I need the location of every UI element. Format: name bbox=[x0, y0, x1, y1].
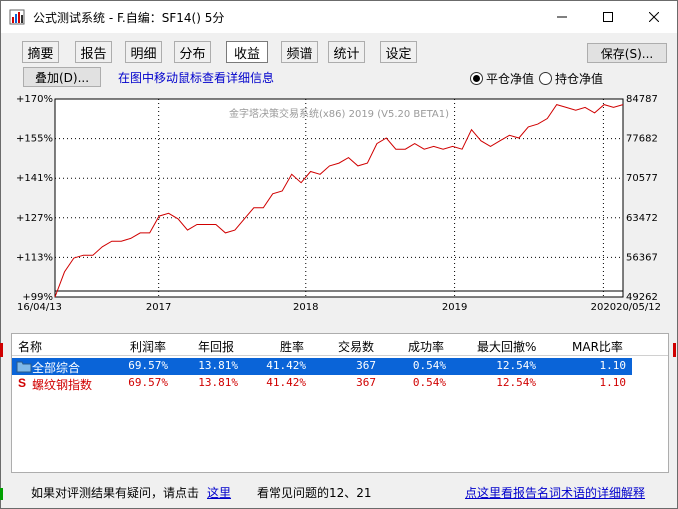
radio-close-label: 平仓净值 bbox=[486, 72, 535, 86]
radio-close-equity[interactable]: 平仓净值 bbox=[470, 70, 534, 87]
left-axis-tick-label: +113% bbox=[17, 252, 53, 263]
footer-faq-text: 看常见问题的12、21 bbox=[257, 486, 372, 500]
footer-glossary-link[interactable]: 点这里看报告名词术语的详细解释 bbox=[465, 484, 645, 501]
row-name: 螺纹钢指数 bbox=[32, 378, 93, 392]
tab-returns[interactable]: 收益 bbox=[226, 41, 268, 63]
tab-spectrum[interactable]: 频谱 bbox=[281, 41, 318, 63]
background-edge-mark bbox=[0, 488, 3, 500]
save-button[interactable]: 保存(S)... bbox=[587, 43, 667, 63]
x-axis-label: 2017 bbox=[146, 302, 171, 313]
cell-trades: 367 bbox=[356, 359, 376, 372]
cell-winrate: 41.42% bbox=[266, 376, 306, 389]
tab-summary[interactable]: 摘要 bbox=[22, 41, 59, 63]
radio-dot-selected[interactable] bbox=[470, 72, 483, 85]
tab-distribution[interactable]: 分布 bbox=[174, 41, 211, 63]
col-header-name[interactable]: 名称 bbox=[18, 338, 42, 355]
app-icon bbox=[9, 9, 25, 25]
title-bar[interactable]: 公式测试系统 - F.自编：SF14() 5分 bbox=[1, 1, 677, 33]
right-axis-tick-label: 84787 bbox=[626, 94, 658, 105]
close-button[interactable] bbox=[631, 1, 677, 32]
radio-dot[interactable] bbox=[539, 72, 552, 85]
cell-mar: 1.10 bbox=[599, 359, 627, 372]
footer-here-link[interactable]: 这里 bbox=[207, 484, 231, 501]
x-axis-end-label: 20/05/12 bbox=[616, 302, 661, 313]
tab-details[interactable]: 明细 bbox=[125, 41, 162, 63]
equity-chart[interactable]: 金字塔决策交易系统(x86) 2019 (V5.20 BETA1) +170% 8… bbox=[16, 93, 665, 319]
col-header-success[interactable]: 成功率 bbox=[408, 338, 444, 355]
maximize-button[interactable] bbox=[585, 1, 631, 32]
cell-annual: 13.81% bbox=[198, 376, 238, 389]
minimize-button[interactable] bbox=[539, 1, 585, 32]
watermark: 金字塔决策交易系统(x86) 2019 (V5.20 BETA1) bbox=[229, 107, 449, 120]
left-axis-tick-label: +170% bbox=[17, 94, 53, 105]
tab-statistics[interactable]: 统计 bbox=[328, 41, 365, 63]
col-header-trades[interactable]: 交易数 bbox=[338, 338, 374, 355]
background-edge-mark bbox=[673, 343, 676, 357]
col-header-drawdown[interactable]: 最大回撤% bbox=[477, 338, 536, 355]
radio-hold-equity[interactable]: 持仓净值 bbox=[539, 70, 603, 87]
right-axis-tick-label: 70577 bbox=[626, 173, 658, 184]
x-axis-label: 2020 bbox=[591, 302, 616, 313]
col-header-annual[interactable]: 年回报 bbox=[198, 338, 234, 355]
cell-mar: 1.10 bbox=[599, 376, 627, 389]
x-axis-start-label: 16/04/13 bbox=[17, 302, 62, 313]
folder-icon bbox=[16, 359, 32, 376]
right-axis-tick-label: 77682 bbox=[626, 134, 658, 145]
left-axis-tick-label: +127% bbox=[17, 213, 53, 224]
cell-drawdown: 12.54% bbox=[496, 376, 536, 389]
equity-chart-svg[interactable]: 金字塔决策交易系统(x86) 2019 (V5.20 BETA1) +170% 8… bbox=[16, 93, 665, 319]
cell-trades: 367 bbox=[356, 376, 376, 389]
right-axis-tick-label: 56367 bbox=[626, 252, 658, 263]
cell-drawdown: 12.54% bbox=[496, 359, 536, 372]
radio-hold-label: 持仓净值 bbox=[555, 72, 604, 86]
table-row[interactable]: S 螺纹钢指数 69.57% 13.81% 41.42% 367 0.54% 1… bbox=[12, 375, 632, 392]
cell-winrate: 41.42% bbox=[266, 359, 306, 372]
tab-report[interactable]: 报告 bbox=[75, 41, 112, 63]
col-header-winrate[interactable]: 胜率 bbox=[280, 338, 304, 355]
table-header: 名称 利润率 年回报 胜率 交易数 成功率 最大回撤% MAR比率 bbox=[12, 334, 668, 356]
row-name: 全部综合 bbox=[32, 361, 81, 375]
minimize-icon bbox=[557, 16, 567, 17]
app-window: 公式测试系统 - F.自编：SF14() 5分 摘要 报告 明细 分布 收益 频… bbox=[0, 0, 678, 509]
x-axis-label: 2019 bbox=[442, 302, 467, 313]
tab-bar: 摘要 报告 明细 分布 收益 频谱 统计 设定 bbox=[1, 41, 677, 65]
x-axis-label: 2018 bbox=[293, 302, 318, 313]
table-row[interactable]: 全部综合 69.57% 13.81% 41.42% 367 0.54% 12.5… bbox=[12, 358, 632, 375]
footer-bar: 如果对评测结果有疑问，请点击 这里 看常见问题的12、21 点这里看报告名词术语… bbox=[1, 481, 677, 503]
col-header-mar[interactable]: MAR比率 bbox=[572, 338, 623, 355]
footer-question-text: 如果对评测结果有疑问，请点击 bbox=[31, 486, 200, 500]
cell-profit: 69.57% bbox=[128, 359, 168, 372]
cell-profit: 69.57% bbox=[128, 376, 168, 389]
left-axis-tick-label: +155% bbox=[17, 134, 53, 145]
maximize-icon bbox=[603, 11, 613, 22]
close-icon bbox=[649, 11, 659, 22]
right-axis-tick-label: 63472 bbox=[626, 213, 658, 224]
plot-area bbox=[54, 98, 624, 298]
results-table: 名称 利润率 年回报 胜率 交易数 成功率 最大回撤% MAR比率 全部综合 6… bbox=[11, 333, 669, 473]
window-title: 公式测试系统 - F.自编：SF14() 5分 bbox=[33, 11, 225, 25]
cell-annual: 13.81% bbox=[198, 359, 238, 372]
cell-success: 0.54% bbox=[412, 376, 446, 389]
tab-settings[interactable]: 设定 bbox=[380, 41, 417, 63]
background-edge-mark bbox=[0, 343, 3, 357]
left-axis-tick-label: +141% bbox=[17, 173, 53, 184]
chart-hint-text: 在图中移动鼠标查看详细信息 bbox=[118, 71, 275, 85]
col-header-profit[interactable]: 利润率 bbox=[130, 338, 166, 355]
overlay-button[interactable]: 叠加(D)... bbox=[23, 67, 101, 87]
cell-success: 0.54% bbox=[412, 359, 446, 372]
strategy-s-icon: S bbox=[18, 376, 27, 390]
